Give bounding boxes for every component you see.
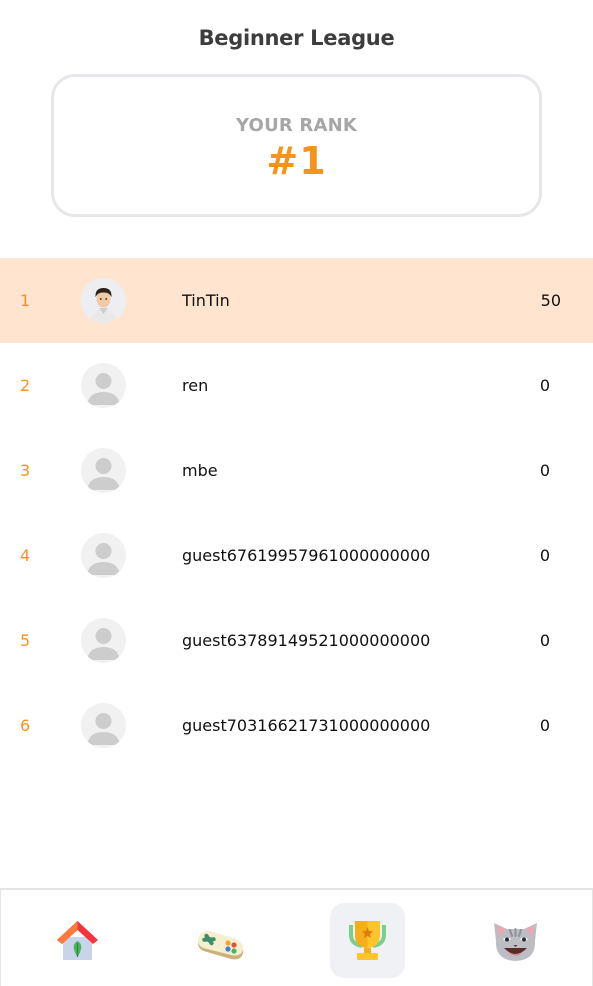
leaderboard-row[interactable]: 4 guest67619957961000000000 0 <box>0 513 593 598</box>
row-score: 0 <box>539 631 550 650</box>
row-username: TinTin <box>182 291 230 310</box>
row-position: 6 <box>20 716 31 735</box>
row-score: 0 <box>539 716 550 735</box>
page-title: Beginner League <box>198 26 395 50</box>
row-username: guest67619957961000000000 <box>182 546 431 565</box>
rank-card: YOUR RANK #1 <box>51 74 542 217</box>
nav-profile-button[interactable] <box>478 903 553 978</box>
trophy-icon <box>349 921 386 960</box>
rank-label: YOUR RANK <box>235 115 358 136</box>
leaderboard: 1 TinTin 50 2 ren 0 3 mbe 0 4 guest67619… <box>0 258 593 768</box>
rank-value: #1 <box>266 139 327 183</box>
leaderboard-row[interactable]: 2 ren 0 <box>0 343 593 428</box>
row-position: 3 <box>20 461 31 480</box>
row-score: 50 <box>540 291 561 310</box>
nav-games-button[interactable] <box>183 903 258 978</box>
row-username: mbe <box>182 461 218 480</box>
bottom-nav <box>0 888 593 986</box>
row-username: ren <box>182 376 209 395</box>
row-position: 4 <box>20 546 31 565</box>
default-avatar-icon <box>81 533 126 578</box>
nav-home-button[interactable] <box>40 903 115 978</box>
row-score: 0 <box>539 546 550 565</box>
row-username: guest70316621731000000000 <box>182 716 431 735</box>
leaderboard-row[interactable]: 5 guest63789149521000000000 0 <box>0 598 593 683</box>
default-avatar-icon <box>81 448 126 493</box>
cat-icon <box>494 923 537 961</box>
default-avatar-icon <box>81 363 126 408</box>
row-username: guest63789149521000000000 <box>182 631 431 650</box>
home-icon <box>57 921 98 960</box>
avatar <box>81 278 126 323</box>
row-position: 5 <box>20 631 31 650</box>
leaderboard-row[interactable]: 6 guest70316621731000000000 0 <box>0 683 593 768</box>
gamepad-icon <box>198 931 244 960</box>
row-score: 0 <box>539 461 550 480</box>
row-position: 2 <box>20 376 31 395</box>
leaderboard-row-current-user[interactable]: 1 TinTin 50 <box>0 258 593 343</box>
default-avatar-icon <box>81 618 126 663</box>
row-position: 1 <box>20 291 31 310</box>
leaderboard-row[interactable]: 3 mbe 0 <box>0 428 593 513</box>
row-score: 0 <box>539 376 550 395</box>
default-avatar-icon <box>81 703 126 748</box>
nav-league-button[interactable] <box>330 903 405 978</box>
